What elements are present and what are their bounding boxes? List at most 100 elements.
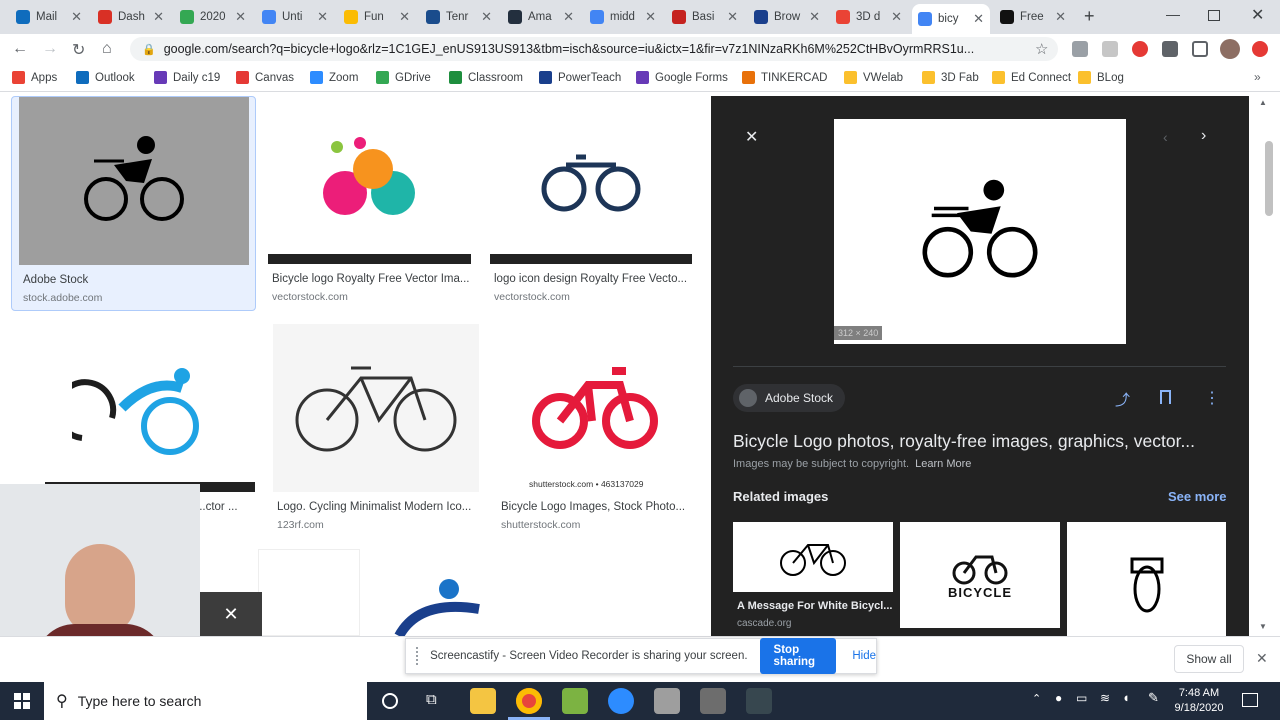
related-image-1[interactable] (733, 522, 893, 592)
bookmark-item[interactable]: 3D Fab (922, 71, 979, 84)
home-icon[interactable]: ⌂ (102, 40, 112, 58)
tab-close-icon[interactable]: ✕ (317, 9, 328, 25)
wifi-icon[interactable]: ≋ (1100, 691, 1110, 705)
tab-11[interactable]: bicy ✕ (912, 4, 990, 34)
result-card-9[interactable] (544, 549, 692, 636)
bookmark-star-icon[interactable]: ☆ (1035, 40, 1048, 58)
new-tab-button[interactable]: + (1084, 6, 1095, 27)
tab-close-icon[interactable]: ✕ (71, 9, 82, 25)
related-caption[interactable]: A Message For White Bicycl... (737, 600, 893, 612)
scroll-thumb[interactable] (1265, 141, 1273, 216)
result-card-1[interactable]: Adobe Stock stock.adobe.com (11, 96, 256, 311)
hide-button[interactable]: Hide (852, 650, 876, 662)
close-window-button[interactable]: ✕ (1251, 5, 1264, 25)
app-feather-icon[interactable] (654, 688, 680, 714)
tab-close-icon[interactable]: ✕ (973, 11, 984, 27)
tab-8[interactable]: Basi ✕ (666, 4, 744, 30)
tab-close-icon[interactable]: ✕ (481, 9, 492, 25)
related-image-3[interactable] (1067, 522, 1226, 636)
result-thumbnail[interactable] (490, 96, 692, 264)
result-card-8[interactable] (379, 549, 525, 636)
back-icon[interactable]: ← (12, 40, 28, 58)
tab-close-icon[interactable]: ✕ (645, 9, 656, 25)
zoom-icon[interactable] (608, 688, 634, 714)
bookmark-item[interactable]: Canvas (236, 71, 294, 84)
tab-close-icon[interactable]: ✕ (1055, 9, 1066, 25)
result-thumbnail[interactable] (19, 97, 249, 265)
previous-image-icon[interactable]: ‹ (1163, 129, 1168, 145)
forward-icon[interactable]: → (42, 40, 58, 58)
tab-2[interactable]: 2020 ✕ (174, 4, 252, 30)
tab-close-icon[interactable]: ✕ (235, 9, 246, 25)
bookmark-item[interactable]: Daily c19 (154, 71, 220, 84)
bookmark-item[interactable]: GDrive (376, 71, 431, 84)
result-title[interactable]: Logo. Cycling Minimalist Modern Ico... (277, 501, 477, 513)
result-card-6[interactable]: shutterstock.com • 463137029 Bicycle Log… (497, 324, 693, 539)
volume-icon[interactable]: ◖ (1122, 690, 1130, 705)
result-thumbnail[interactable] (497, 324, 692, 492)
result-card-4[interactable]: ...ctor ... (18, 324, 255, 513)
close-icon[interactable]: ✕ (745, 127, 758, 147)
microphone-icon[interactable]: ● (1055, 691, 1062, 705)
taskbar-search[interactable]: ⚲ Type here to search (44, 682, 367, 720)
minimize-button[interactable]: — (1166, 6, 1180, 22)
bookmark-item[interactable]: Outlook (76, 71, 135, 84)
result-title[interactable]: Adobe Stock (23, 274, 248, 286)
more-bookmarks-icon[interactable]: » (1254, 70, 1261, 84)
show-all-button[interactable]: Show all (1174, 645, 1244, 673)
result-card-2[interactable]: Bicycle logo Royalty Free Vector Ima... … (268, 96, 472, 311)
bookmark-item[interactable]: Google Forms (636, 71, 728, 84)
tab-close-icon[interactable]: ✕ (809, 9, 820, 25)
extensions-puzzle-icon[interactable] (1162, 41, 1178, 57)
drag-handle-icon[interactable] (416, 647, 420, 665)
tab-3[interactable]: Unti ✕ (256, 4, 334, 30)
pen-icon[interactable]: ✎ (1148, 690, 1159, 706)
result-title[interactable]: logo icon design Royalty Free Vecto... (494, 273, 689, 285)
extension-y-icon[interactable] (1072, 41, 1088, 57)
windows-start-icon[interactable] (14, 693, 30, 709)
result-card-7[interactable] (258, 549, 360, 636)
tab-5[interactable]: Tenr ✕ (420, 4, 498, 30)
tab-close-icon[interactable]: ✕ (727, 9, 738, 25)
app-terminal-icon[interactable] (700, 688, 726, 714)
cast-icon[interactable] (1192, 41, 1208, 57)
clock[interactable]: 7:48 AM 9/18/2020 (1168, 686, 1230, 716)
file-explorer-icon[interactable] (470, 688, 496, 714)
extension-camera-icon[interactable] (1102, 41, 1118, 57)
stop-sharing-button[interactable]: Stop sharing (759, 638, 837, 674)
tab-6[interactable]: Ama ✕ (502, 4, 580, 30)
tab-7[interactable]: midd ✕ (584, 4, 662, 30)
bookmark-item[interactable]: PowerTeach (539, 71, 621, 84)
update-icon[interactable] (1252, 41, 1268, 57)
bookmark-item[interactable]: BLog (1078, 71, 1124, 84)
bookmark-item[interactable]: Classroom (449, 71, 523, 84)
extension-record-icon[interactable] (1132, 41, 1148, 57)
tab-0[interactable]: Mail ✕ (10, 4, 88, 30)
restore-button[interactable] (1208, 10, 1220, 21)
result-thumbnail[interactable] (268, 96, 471, 264)
notifications-icon[interactable] (1242, 693, 1258, 707)
profile-avatar[interactable] (1220, 39, 1240, 59)
share-icon[interactable]: ⤴ (1115, 389, 1130, 410)
close-webcam-button[interactable]: ✕ (200, 592, 262, 636)
result-card-3[interactable]: logo icon design Royalty Free Vecto... v… (490, 96, 693, 311)
save-bookmark-icon[interactable] (1160, 390, 1171, 404)
more-options-icon[interactable]: ⋮ (1204, 388, 1220, 408)
bookmark-item[interactable]: TINKERCAD (742, 71, 827, 84)
result-thumbnail[interactable] (18, 324, 255, 492)
tab-close-icon[interactable]: ✕ (399, 9, 410, 25)
task-view-icon[interactable]: ⧉ (426, 691, 437, 708)
app-inkscape-icon[interactable] (746, 688, 772, 714)
result-title[interactable]: Bicycle Logo photos, royalty-free images… (733, 431, 1233, 452)
address-bar[interactable]: 🔒 google.com/search?q=bicycle+logo&rlz=1… (130, 37, 1058, 61)
scroll-up-icon[interactable]: ▲ (1259, 98, 1267, 107)
tab-12[interactable]: Free ✕ (994, 4, 1072, 30)
result-card-5[interactable]: Logo. Cycling Minimalist Modern Ico... 1… (273, 324, 480, 539)
reload-icon[interactable]: ↻ (72, 40, 85, 60)
close-bar-icon[interactable]: ✕ (1256, 650, 1268, 667)
related-image-2[interactable]: BICYCLE (900, 522, 1060, 628)
preview-image[interactable] (834, 119, 1126, 344)
source-chip[interactable]: Adobe Stock (733, 384, 846, 412)
app-d-icon[interactable] (562, 688, 588, 714)
bookmark-item[interactable]: Zoom (310, 71, 358, 84)
